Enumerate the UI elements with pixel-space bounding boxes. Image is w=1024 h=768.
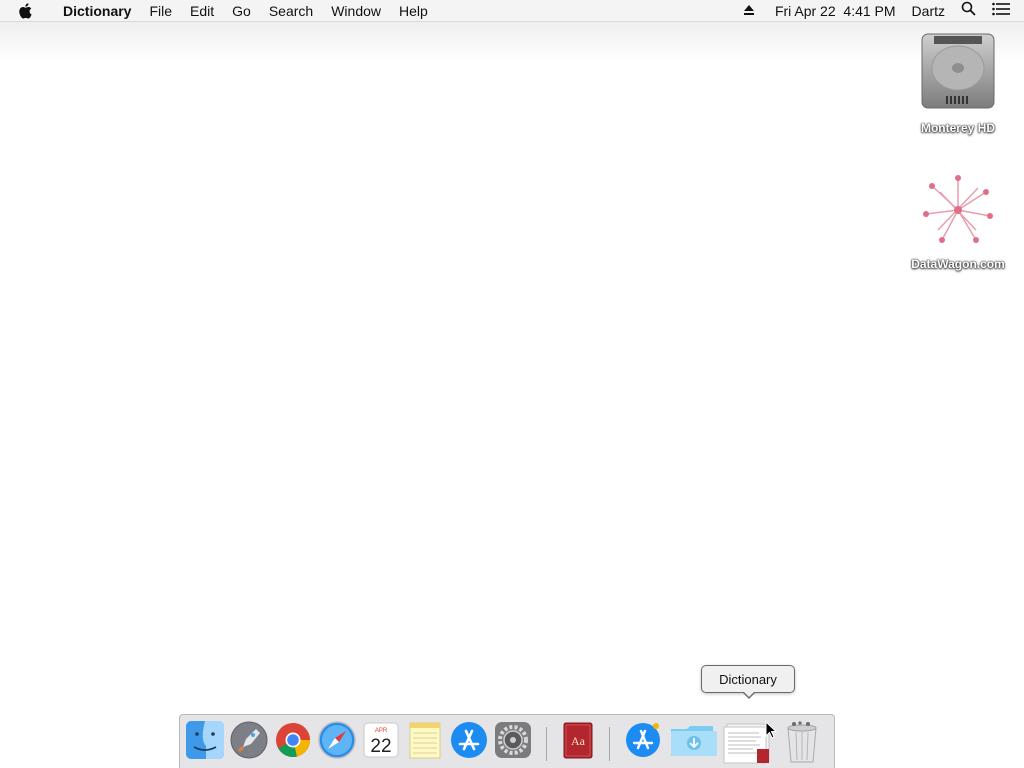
dock-item-applications-folder[interactable] xyxy=(623,720,663,764)
applications-folder-icon xyxy=(623,720,663,760)
menu-bar: Dictionary File Edit Go Search Window He… xyxy=(0,0,1024,22)
dock-item-dictionary[interactable]: Aa xyxy=(558,720,598,764)
apple-menu-icon[interactable] xyxy=(18,2,38,19)
app-store-icon xyxy=(449,720,489,760)
network-share-icon xyxy=(920,172,996,253)
calendar-day: 22 xyxy=(370,736,391,757)
dock-item-trash[interactable] xyxy=(782,720,822,764)
dock-item-document-stack[interactable] xyxy=(723,720,770,764)
hard-drive-icon xyxy=(920,32,996,117)
desktop-icon-label: DataWagon.com xyxy=(911,257,1005,271)
dock-divider xyxy=(609,727,610,761)
dock-tooltip: Dictionary xyxy=(701,665,795,699)
dock-item-system-preferences[interactable] xyxy=(493,720,533,764)
dictionary-glyph: Aa xyxy=(571,734,586,748)
safari-icon xyxy=(317,720,357,760)
menu-user[interactable]: Dartz xyxy=(912,0,945,22)
menu-edit[interactable]: Edit xyxy=(181,0,223,22)
dock-item-calendar[interactable]: APR 22 xyxy=(361,720,401,764)
trash-icon xyxy=(782,720,822,764)
menu-bar-shadow xyxy=(0,22,1024,62)
spotlight-search-icon[interactable] xyxy=(961,0,976,22)
finder-icon xyxy=(185,720,225,760)
dock-item-finder[interactable] xyxy=(185,720,225,764)
menu-help[interactable]: Help xyxy=(390,0,437,22)
dock-item-safari[interactable] xyxy=(317,720,357,764)
menu-search[interactable]: Search xyxy=(260,0,322,22)
notes-icon xyxy=(405,720,445,760)
dock-divider xyxy=(546,727,547,761)
menu-clock[interactable]: Fri Apr 22 4:41 PM xyxy=(775,0,896,22)
dock-tooltip-text: Dictionary xyxy=(719,671,777,687)
menu-app-name[interactable]: Dictionary xyxy=(54,0,140,22)
dock-item-chrome[interactable] xyxy=(273,720,313,764)
desktop-icon-label: Monterey HD xyxy=(920,121,995,135)
menu-go[interactable]: Go xyxy=(223,0,260,22)
eject-icon[interactable] xyxy=(743,0,755,22)
system-preferences-icon xyxy=(493,720,533,760)
mouse-cursor-icon xyxy=(765,720,778,744)
notification-center-icon[interactable] xyxy=(992,0,1010,22)
menu-window[interactable]: Window xyxy=(322,0,390,22)
downloads-folder-icon xyxy=(669,720,717,760)
dock-item-app-store[interactable] xyxy=(449,720,489,764)
menu-file[interactable]: File xyxy=(140,0,181,22)
dock-item-launchpad[interactable] xyxy=(229,720,269,764)
menu-extras: Fri Apr 22 4:41 PM Dartz xyxy=(735,0,1024,22)
dock-item-downloads-folder[interactable] xyxy=(669,720,717,764)
desktop-icon-monterey-hd[interactable]: Monterey HD xyxy=(903,32,1013,135)
calendar-icon: APR 22 xyxy=(361,720,401,760)
launchpad-icon xyxy=(229,720,269,760)
chrome-icon xyxy=(273,720,313,760)
dock-item-notes[interactable] xyxy=(405,720,445,764)
desktop-icon-datawagon[interactable]: DataWagon.com xyxy=(903,172,1013,271)
document-stack-icon xyxy=(723,720,770,764)
dock: APR 22 Aa xyxy=(179,714,835,768)
calendar-month: APR xyxy=(375,728,388,734)
dictionary-icon: Aa xyxy=(558,720,598,760)
